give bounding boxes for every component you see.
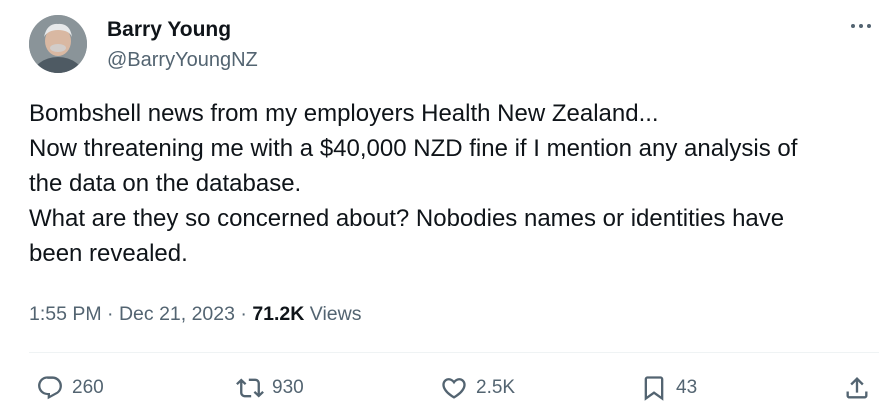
author-display-name[interactable]: Barry Young [107, 17, 231, 43]
repost-icon [236, 378, 264, 398]
views-label: Views [309, 303, 362, 325]
reply-button[interactable]: 260 [36, 372, 104, 404]
tweet-text-line: been revealed. [29, 240, 188, 267]
meta-separator: · [107, 303, 114, 325]
tweet-meta: 1:55 PM · Dec 21, 2023 · 71.2K Views [29, 300, 361, 328]
reply-icon [38, 376, 62, 400]
like-count: 2.5K [476, 377, 516, 398]
bookmark-icon [644, 376, 664, 401]
share-icon [846, 377, 868, 399]
tweet-text-line: Bombshell news from my employers Health … [29, 100, 659, 127]
tweet-text-line: Now threatening me with a $40,000 NZD fi… [29, 135, 798, 162]
like-button[interactable]: 2.5K [440, 372, 515, 404]
repost-count: 930 [272, 377, 304, 398]
views-count: 71.2K [252, 303, 305, 325]
bookmark-button[interactable]: 43 [640, 372, 697, 404]
tweet-text-line: What are they so concerned about? Nobodi… [29, 205, 785, 232]
bookmark-count: 43 [676, 377, 698, 398]
heart-icon [442, 378, 466, 399]
tweet-text-line: the data on the database. [29, 170, 302, 197]
reply-count: 260 [72, 377, 104, 398]
meta-separator: · [240, 303, 247, 325]
share-button[interactable] [843, 372, 871, 404]
divider [29, 352, 879, 353]
avatar[interactable] [29, 15, 87, 73]
author-handle[interactable]: @BarryYoungNZ [107, 47, 258, 73]
repost-button[interactable]: 930 [236, 372, 304, 404]
tweet-date[interactable]: Dec 21, 2023 [119, 303, 235, 325]
tweet-time[interactable]: 1:55 PM [29, 303, 102, 325]
tweet-text: Bombshell news from my employers Health … [29, 96, 879, 271]
more-horizontal-icon [851, 24, 871, 28]
more-options-button[interactable] [846, 14, 876, 38]
